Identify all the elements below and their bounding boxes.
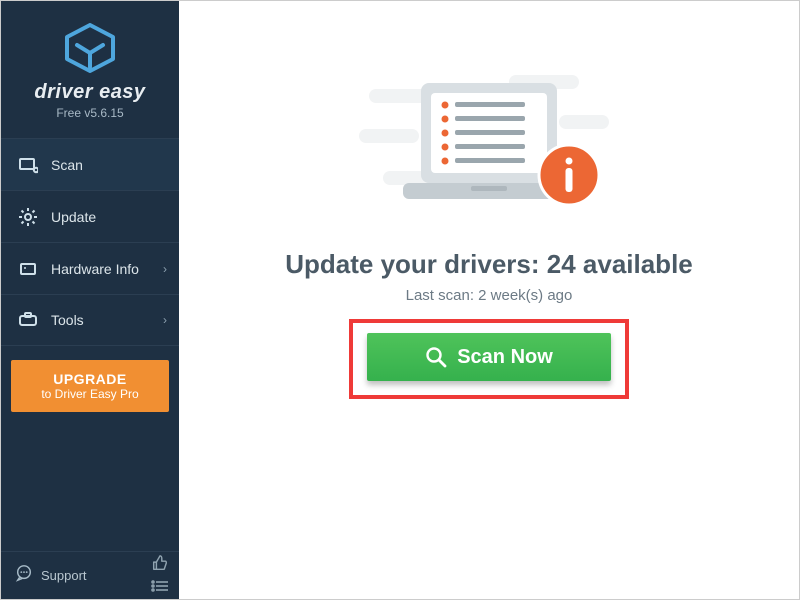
headline-prefix: Update your drivers: — [285, 249, 547, 279]
scan-icon — [15, 155, 41, 175]
upgrade-label-2: to Driver Easy Pro — [11, 387, 169, 401]
upgrade-label-1: UPGRADE — [11, 371, 169, 387]
app-window: — ✕ driver easy Free v5.6.15 Scan — [0, 0, 800, 600]
main-panel: Update your drivers: 24 available Last s… — [179, 1, 799, 599]
app-logo-icon — [63, 23, 117, 73]
sidebar-item-tools[interactable]: Tools › — [1, 294, 179, 346]
sidebar-item-label: Scan — [51, 157, 83, 173]
list-icon[interactable] — [151, 579, 169, 597]
sidebar: driver easy Free v5.6.15 Scan Update — [1, 1, 179, 599]
sidebar-item-label: Hardware Info — [51, 261, 139, 277]
headline: Update your drivers: 24 available — [179, 249, 799, 280]
available-count: 24 — [547, 249, 576, 279]
sidebar-nav: Scan Update Hardware Info › Tools — [1, 138, 179, 346]
sidebar-item-label: Tools — [51, 312, 84, 328]
brand-name: driver easy — [1, 81, 179, 104]
scan-now-button[interactable]: Scan Now — [367, 333, 611, 381]
chevron-right-icon: › — [163, 262, 167, 276]
laptop-illustration — [359, 71, 619, 231]
chevron-right-icon: › — [163, 313, 167, 327]
annotation-highlight-box: Scan Now — [349, 319, 629, 399]
thumbs-up-icon[interactable] — [151, 554, 169, 577]
tools-icon — [15, 310, 41, 330]
sidebar-bottom: Support — [1, 551, 179, 599]
headline-suffix: available — [576, 249, 693, 279]
brand-block: driver easy Free v5.6.15 — [1, 1, 179, 134]
gear-icon — [15, 207, 41, 227]
sidebar-item-hardware-info[interactable]: Hardware Info › — [1, 242, 179, 294]
sidebar-item-label: Update — [51, 209, 96, 225]
support-link[interactable]: Support — [41, 568, 87, 583]
scan-button-label: Scan Now — [457, 346, 553, 369]
brand-version: Free v5.6.15 — [1, 106, 179, 120]
last-scan-text: Last scan: 2 week(s) ago — [179, 287, 799, 304]
sidebar-item-scan[interactable]: Scan — [1, 138, 179, 190]
search-icon — [425, 346, 447, 368]
chat-icon[interactable] — [15, 564, 33, 587]
sidebar-item-update[interactable]: Update — [1, 190, 179, 242]
upgrade-button[interactable]: UPGRADE to Driver Easy Pro — [11, 360, 169, 412]
hardware-icon — [15, 259, 41, 279]
